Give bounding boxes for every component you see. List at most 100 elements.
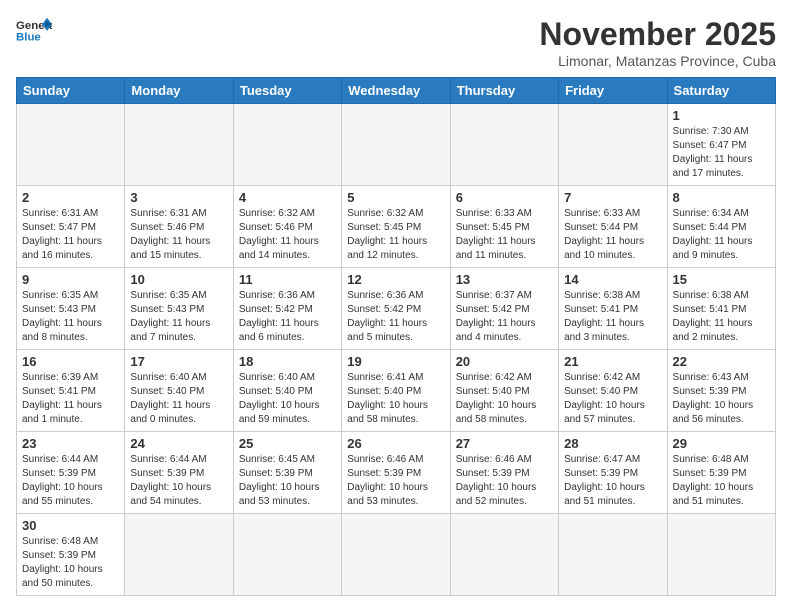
calendar-cell [233,104,341,186]
calendar-cell [559,514,667,596]
day-info: Sunrise: 6:32 AM Sunset: 5:46 PM Dayligh… [239,207,336,263]
calendar-week-row: 30 Sunrise: 6:48 AM Sunset: 5:39 PM Dayli… [17,514,776,596]
calendar-cell: 1Sunrise: 7:30 AM Sunset: 6:47 PM Daylig… [667,104,775,186]
calendar-cell [342,104,450,186]
calendar-cell: 7 Sunrise: 6:33 AM Sunset: 5:44 PM Daylig… [559,186,667,268]
calendar-cell [559,104,667,186]
calendar-cell [450,104,558,186]
day-info: Sunrise: 6:45 AM Sunset: 5:39 PM Dayligh… [239,453,336,509]
day-number: 25 [239,436,336,451]
day-number: 5 [347,190,444,205]
day-info: Sunrise: 6:31 AM Sunset: 5:47 PM Dayligh… [22,207,119,263]
day-info: Sunrise: 6:41 AM Sunset: 5:40 PM Dayligh… [347,371,444,427]
logo: General Blue [16,16,52,44]
calendar-cell: 18Sunrise: 6:40 AM Sunset: 5:40 PM Dayli… [233,350,341,432]
day-number: 1 [673,108,770,123]
calendar-cell: 10Sunrise: 6:35 AM Sunset: 5:43 PM Dayli… [125,268,233,350]
day-info: Sunrise: 6:44 AM Sunset: 5:39 PM Dayligh… [22,453,119,509]
day-number: 17 [130,354,227,369]
day-number: 6 [456,190,553,205]
svg-text:Blue: Blue [16,32,41,44]
calendar-cell: 3Sunrise: 6:31 AM Sunset: 5:46 PM Daylig… [125,186,233,268]
day-info: Sunrise: 6:34 AM Sunset: 5:44 PM Dayligh… [673,207,770,263]
day-info: Sunrise: 6:43 AM Sunset: 5:39 PM Dayligh… [673,371,770,427]
calendar-week-row: 9 Sunrise: 6:35 AM Sunset: 5:43 PM Daylig… [17,268,776,350]
calendar-cell: 12Sunrise: 6:36 AM Sunset: 5:42 PM Dayli… [342,268,450,350]
location: Limonar, Matanzas Province, Cuba [539,53,776,69]
day-info: Sunrise: 6:35 AM Sunset: 5:43 PM Dayligh… [130,289,227,345]
day-number: 24 [130,436,227,451]
day-info: Sunrise: 6:48 AM Sunset: 5:39 PM Dayligh… [22,535,119,591]
calendar-week-row: 16Sunrise: 6:39 AM Sunset: 5:41 PM Dayli… [17,350,776,432]
calendar-cell: 13 Sunrise: 6:37 AM Sunset: 5:42 PM Dayli… [450,268,558,350]
day-number: 19 [347,354,444,369]
calendar-cell: 9 Sunrise: 6:35 AM Sunset: 5:43 PM Daylig… [17,268,125,350]
day-number: 7 [564,190,661,205]
calendar-header-row: SundayMondayTuesdayWednesdayThursdayFrid… [17,78,776,104]
weekday-header: Thursday [450,78,558,104]
weekday-header: Wednesday [342,78,450,104]
calendar-cell: 20 Sunrise: 6:42 AM Sunset: 5:40 PM Dayli… [450,350,558,432]
day-info: Sunrise: 6:32 AM Sunset: 5:45 PM Dayligh… [347,207,444,263]
weekday-header: Tuesday [233,78,341,104]
day-info: Sunrise: 6:35 AM Sunset: 5:43 PM Dayligh… [22,289,119,345]
day-info: Sunrise: 6:33 AM Sunset: 5:44 PM Dayligh… [564,207,661,263]
day-number: 20 [456,354,553,369]
day-number: 29 [673,436,770,451]
day-number: 9 [22,272,119,287]
day-info: Sunrise: 6:38 AM Sunset: 5:41 PM Dayligh… [673,289,770,345]
title-section: November 2025 Limonar, Matanzas Province… [539,16,776,69]
calendar-cell: 16Sunrise: 6:39 AM Sunset: 5:41 PM Dayli… [17,350,125,432]
day-number: 18 [239,354,336,369]
calendar-cell: 17 Sunrise: 6:40 AM Sunset: 5:40 PM Dayli… [125,350,233,432]
day-number: 21 [564,354,661,369]
calendar-cell [17,104,125,186]
day-info: Sunrise: 6:37 AM Sunset: 5:42 PM Dayligh… [456,289,553,345]
calendar-cell [125,514,233,596]
calendar-cell [342,514,450,596]
calendar-cell: 19 Sunrise: 6:41 AM Sunset: 5:40 PM Dayli… [342,350,450,432]
calendar-table: SundayMondayTuesdayWednesdayThursdayFrid… [16,77,776,596]
day-info: Sunrise: 6:40 AM Sunset: 5:40 PM Dayligh… [130,371,227,427]
day-number: 16 [22,354,119,369]
day-number: 28 [564,436,661,451]
calendar-cell: 5 Sunrise: 6:32 AM Sunset: 5:45 PM Daylig… [342,186,450,268]
day-number: 30 [22,518,119,533]
calendar-cell: 4 Sunrise: 6:32 AM Sunset: 5:46 PM Daylig… [233,186,341,268]
calendar-cell [233,514,341,596]
day-number: 12 [347,272,444,287]
calendar-cell: 8Sunrise: 6:34 AM Sunset: 5:44 PM Daylig… [667,186,775,268]
logo-icon: General Blue [16,16,52,44]
day-info: Sunrise: 6:42 AM Sunset: 5:40 PM Dayligh… [456,371,553,427]
day-number: 26 [347,436,444,451]
calendar-cell: 21 Sunrise: 6:42 AM Sunset: 5:40 PM Dayli… [559,350,667,432]
day-number: 22 [673,354,770,369]
day-number: 13 [456,272,553,287]
calendar-cell: 26Sunrise: 6:46 AM Sunset: 5:39 PM Dayli… [342,432,450,514]
day-number: 2 [22,190,119,205]
day-info: Sunrise: 6:33 AM Sunset: 5:45 PM Dayligh… [456,207,553,263]
day-info: Sunrise: 6:47 AM Sunset: 5:39 PM Dayligh… [564,453,661,509]
calendar-cell [125,104,233,186]
day-info: Sunrise: 6:46 AM Sunset: 5:39 PM Dayligh… [456,453,553,509]
day-info: Sunrise: 6:36 AM Sunset: 5:42 PM Dayligh… [239,289,336,345]
day-info: Sunrise: 6:44 AM Sunset: 5:39 PM Dayligh… [130,453,227,509]
day-number: 23 [22,436,119,451]
calendar-week-row: 23 Sunrise: 6:44 AM Sunset: 5:39 PM Dayli… [17,432,776,514]
day-info: Sunrise: 6:38 AM Sunset: 5:41 PM Dayligh… [564,289,661,345]
day-number: 15 [673,272,770,287]
day-number: 4 [239,190,336,205]
day-info: Sunrise: 6:42 AM Sunset: 5:40 PM Dayligh… [564,371,661,427]
calendar-week-row: 1Sunrise: 7:30 AM Sunset: 6:47 PM Daylig… [17,104,776,186]
calendar-cell: 30 Sunrise: 6:48 AM Sunset: 5:39 PM Dayli… [17,514,125,596]
calendar-cell: 6 Sunrise: 6:33 AM Sunset: 5:45 PM Daylig… [450,186,558,268]
day-number: 11 [239,272,336,287]
day-info: Sunrise: 6:31 AM Sunset: 5:46 PM Dayligh… [130,207,227,263]
weekday-header: Saturday [667,78,775,104]
page-header: General Blue November 2025 Limonar, Mata… [16,16,776,69]
calendar-cell: 15 Sunrise: 6:38 AM Sunset: 5:41 PM Dayli… [667,268,775,350]
calendar-cell: 27Sunrise: 6:46 AM Sunset: 5:39 PM Dayli… [450,432,558,514]
weekday-header: Friday [559,78,667,104]
calendar-cell: 11 Sunrise: 6:36 AM Sunset: 5:42 PM Dayli… [233,268,341,350]
calendar-cell: 25 Sunrise: 6:45 AM Sunset: 5:39 PM Dayli… [233,432,341,514]
